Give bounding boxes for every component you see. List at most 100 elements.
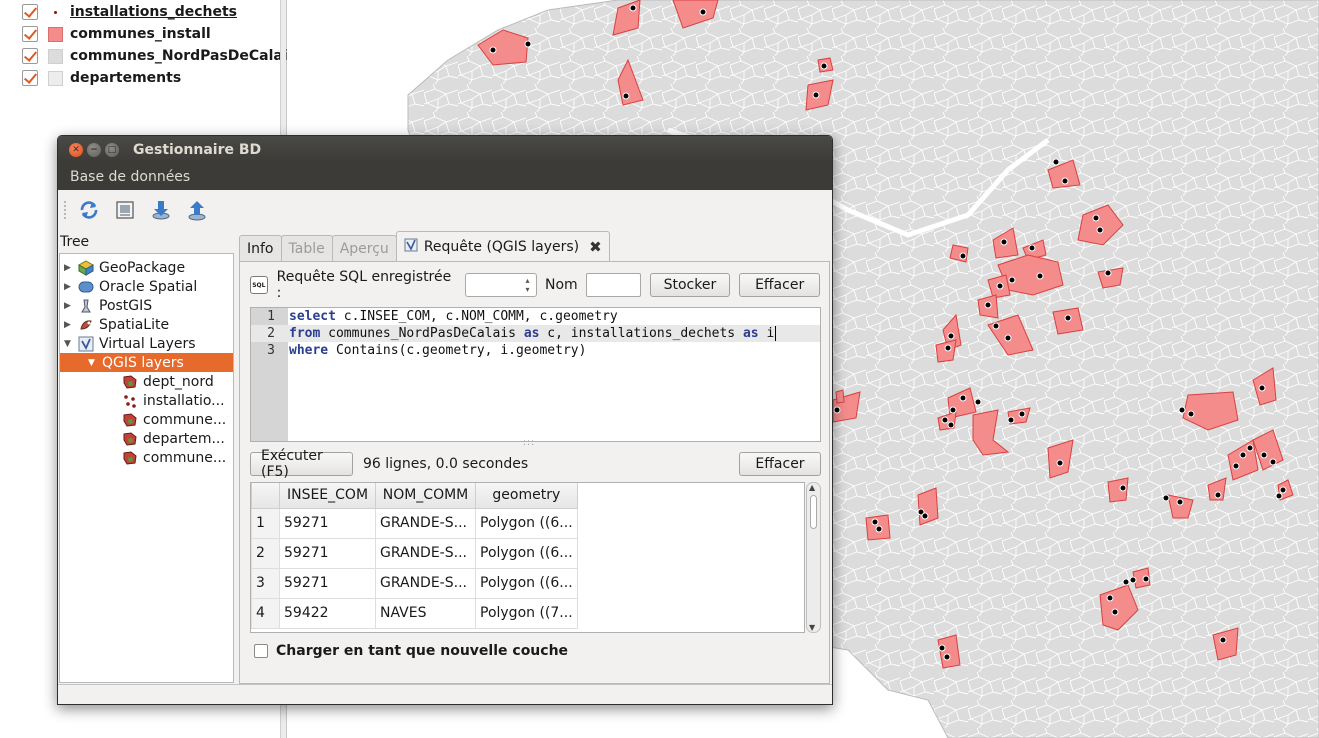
- maximize-window-icon[interactable]: □: [105, 143, 119, 157]
- table-row[interactable]: 1 59271 GRANDE-S... Polygon ((6...: [251, 507, 578, 539]
- tab-requete[interactable]: Requête (QGIS layers) ✖: [395, 231, 610, 261]
- tree-item-dept-nord[interactable]: dept_nord: [122, 372, 214, 391]
- row-number[interactable]: 3: [251, 567, 280, 599]
- tab-info[interactable]: Info: [239, 235, 282, 261]
- table-row[interactable]: 3 59271 GRANDE-S... Polygon ((6...: [251, 567, 578, 599]
- tree-item-oracle-spatial[interactable]: ▶ Oracle Spatial: [64, 277, 197, 296]
- code-text: from communes_NordPasDeCalais as c, inst…: [289, 326, 777, 341]
- row-number[interactable]: 2: [251, 537, 280, 569]
- scroll-thumb[interactable]: [810, 495, 817, 529]
- table-row[interactable]: 4 59422 NAVES Polygon ((7...: [251, 597, 578, 629]
- collapse-arrow-icon[interactable]: ▼: [64, 339, 78, 349]
- saved-query-select[interactable]: [464, 273, 537, 297]
- close-window-icon[interactable]: ✕: [69, 143, 83, 157]
- table-header-row: INSEE_COM NOM_COMM geometry: [251, 483, 578, 509]
- table-cell[interactable]: NAVES: [375, 597, 476, 629]
- column-header-insee-com[interactable]: INSEE_COM: [279, 483, 376, 509]
- table-cell[interactable]: 59271: [279, 507, 376, 539]
- tree-item-label: departem...: [143, 430, 225, 447]
- tree-item-communes-1[interactable]: commune...: [122, 410, 226, 429]
- corner-header: [251, 483, 280, 509]
- clear-query-button[interactable]: Effacer: [739, 273, 820, 297]
- tree-item-label: GeoPackage: [99, 259, 186, 276]
- table-cell[interactable]: Polygon ((6...: [475, 567, 578, 599]
- query-tab-body: SQL Requête SQL enregistrée : Nom Stocke…: [239, 261, 830, 684]
- export-icon[interactable]: [184, 197, 210, 223]
- line-number: 2: [267, 326, 275, 341]
- layer-checkbox[interactable]: [22, 70, 38, 86]
- tab-label: Requête (QGIS layers): [423, 238, 580, 255]
- light-grey-fill-symbol-icon: [48, 70, 63, 86]
- execute-button[interactable]: Exécuter (F5): [250, 448, 353, 480]
- sql-window-icon[interactable]: [112, 197, 138, 223]
- clear-results-button[interactable]: Effacer: [739, 452, 821, 476]
- import-icon[interactable]: [148, 197, 174, 223]
- close-tab-icon[interactable]: ✖: [589, 238, 602, 256]
- tree-item-communes-2[interactable]: commune...: [122, 448, 226, 467]
- layer-item-communes-install[interactable]: communes_install: [22, 23, 211, 45]
- menu-base-de-donnees[interactable]: Base de données: [70, 169, 190, 185]
- toolbar-grip[interactable]: [64, 201, 68, 219]
- splitter-handle[interactable]: :::: [523, 438, 535, 448]
- table-cell[interactable]: 59271: [279, 537, 376, 569]
- tree-item-geopackage[interactable]: ▶ GeoPackage: [64, 258, 185, 277]
- table-cell[interactable]: 59422: [279, 597, 376, 629]
- tab-table[interactable]: Table: [280, 235, 333, 261]
- refresh-icon[interactable]: [76, 197, 102, 223]
- table-cell[interactable]: Polygon ((6...: [475, 507, 578, 539]
- table-cell[interactable]: GRANDE-S...: [375, 537, 476, 569]
- layer-checkbox[interactable]: [22, 4, 38, 20]
- table-cell[interactable]: GRANDE-S...: [375, 507, 476, 539]
- grey-fill-symbol-icon: [48, 48, 63, 64]
- layer-checkbox[interactable]: [22, 26, 38, 42]
- expand-arrow-icon[interactable]: ▶: [64, 263, 78, 273]
- minimize-window-icon[interactable]: −: [87, 143, 101, 157]
- tree-item-label: commune...: [143, 449, 227, 466]
- row-number[interactable]: 4: [251, 597, 280, 629]
- sql-editor[interactable]: 1 select c.INSEE_COM, c.NOM_COMM, c.geom…: [250, 307, 821, 442]
- load-as-layer-checkbox[interactable]: [254, 644, 268, 658]
- expand-arrow-icon[interactable]: ▶: [64, 282, 78, 292]
- menu-bar: Base de données: [58, 164, 832, 190]
- tree-item-postgis[interactable]: ▶ PostGIS: [64, 296, 152, 315]
- layer-item-installations-dechets[interactable]: installations_dechets: [22, 1, 237, 23]
- toolbar: [58, 190, 832, 230]
- collapse-arrow-icon[interactable]: ▼: [88, 358, 102, 368]
- virtual-layers-icon: [78, 336, 94, 352]
- table-cell[interactable]: Polygon ((6...: [475, 537, 578, 569]
- results-table[interactable]: INSEE_COM NOM_COMM geometry 1 59271 GRAN…: [250, 482, 805, 633]
- tree-item-spatialite[interactable]: ▶ SpatiaLite: [64, 315, 169, 334]
- expand-arrow-icon[interactable]: ▶: [64, 320, 78, 330]
- window-title: Gestionnaire BD: [133, 142, 262, 158]
- tree-item-departements[interactable]: departem...: [122, 429, 225, 448]
- tree-item-virtual-layers[interactable]: ▼ Virtual Layers: [64, 334, 196, 353]
- query-name-field[interactable]: [585, 273, 641, 297]
- expand-arrow-icon[interactable]: ▶: [64, 301, 78, 311]
- tab-label: Info: [247, 240, 274, 257]
- scroll-down-icon[interactable]: ▼: [809, 623, 815, 632]
- table-cell[interactable]: 59271: [279, 567, 376, 599]
- tab-bar: Info Table Aperçu Requête (QGIS layers) …: [239, 231, 610, 261]
- column-header-nom-comm[interactable]: NOM_COMM: [375, 483, 476, 509]
- row-number[interactable]: 1: [251, 507, 280, 539]
- name-label: Nom: [544, 277, 578, 293]
- tree-item-qgis-layers[interactable]: ▼ QGIS layers: [60, 353, 233, 372]
- tab-apercu[interactable]: Aperçu: [331, 235, 397, 261]
- layer-item-departements[interactable]: departements: [22, 67, 181, 89]
- column-header-geometry[interactable]: geometry: [475, 483, 578, 509]
- results-scrollbar[interactable]: ▲ ▼: [806, 482, 821, 633]
- title-bar[interactable]: ✕ − □ Gestionnaire BD: [58, 136, 832, 164]
- load-as-layer-row[interactable]: Charger en tant que nouvelle couche: [254, 643, 568, 659]
- store-button[interactable]: Stocker: [649, 273, 731, 297]
- table-cell[interactable]: Polygon ((7...: [475, 597, 578, 629]
- scroll-up-icon[interactable]: ▲: [809, 483, 815, 492]
- layer-item-communes-nordpasdecalais[interactable]: communes_NordPasDeCalais: [22, 45, 296, 67]
- tree-item-installations[interactable]: installatio...: [122, 391, 225, 410]
- layer-checkbox[interactable]: [22, 48, 38, 64]
- table-row[interactable]: 2 59271 GRANDE-S... Polygon ((6...: [251, 537, 578, 569]
- table-cell[interactable]: GRANDE-S...: [375, 567, 476, 599]
- result-status: 96 lignes, 0.0 secondes: [363, 456, 529, 472]
- pink-fill-symbol-icon: [48, 26, 63, 42]
- code-text: select c.INSEE_COM, c.NOM_COMM, c.geomet…: [289, 309, 618, 324]
- layer-name: installations_dechets: [70, 4, 237, 20]
